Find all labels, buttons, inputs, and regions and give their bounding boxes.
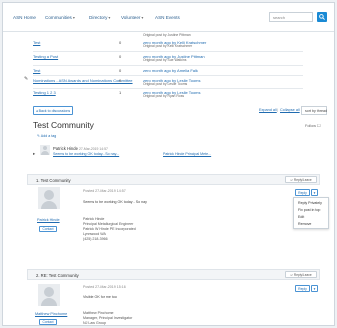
search-button[interactable] [317,12,327,22]
more-options-button[interactable]: ▾ [311,285,318,292]
contact-button[interactable]: Contact [39,226,57,232]
pin-icon: ✎ [24,76,29,82]
post-options-menu: Reply Privately Fix post in top Edit Rem… [293,197,329,229]
post-body: Seems to be working OK today - So nay [83,200,147,204]
divider [33,65,303,66]
reply-button[interactable]: Reply [295,285,310,292]
menu-item-remove[interactable]: Remove [298,222,311,226]
avatar [38,284,60,306]
reply-button[interactable]: Reply [295,189,310,196]
chevron-down-icon: ▾ [313,191,316,195]
contact-button[interactable]: Contact [39,319,57,325]
divider [33,88,303,89]
thread-title-link[interactable]: Testing a Post [33,54,58,59]
op-author: Patrick Hinde [53,146,78,151]
post-date: Posted 27-Mar-2019 14:57 [83,189,126,193]
reply-leave-button[interactable]: ↩ Reply/Leave [285,271,317,278]
sort-select[interactable]: sort by thread [301,106,327,115]
thread-title-link[interactable]: Nominations - ASN Awards and Nominations… [33,78,133,83]
post-header: 1. Test Community [27,174,320,185]
post-date: Posted 27-Mar-2019 15:16 [83,285,126,289]
menu-item-edit[interactable]: Edit [298,215,304,219]
nav-communities[interactable]: Communities▾ [45,15,75,20]
avatar [38,187,60,209]
post-body: Visible OK for me too [83,295,117,299]
thread-title-link[interactable]: Test [33,40,40,45]
reply-leave-button[interactable]: ↩ Reply/Leave [285,176,317,183]
nav-asn-home[interactable]: ASN Home [13,15,36,20]
nav-directory[interactable]: Directory▾ [89,15,110,20]
expand-thread-icon[interactable]: ▸ [33,151,35,157]
nav-volunteer[interactable]: Volunteer▾ [121,15,143,20]
chevron-down-icon: ▾ [108,15,111,20]
thread-title-link[interactable]: Test [33,68,40,73]
avatar [40,145,50,155]
chevron-down-icon: ▾ [313,287,316,291]
search-icon [319,14,325,20]
nav-asn-events[interactable]: ASN Events [155,15,180,20]
add-tag-link[interactable]: ✎ Add a tag [37,134,56,138]
collapse-all-link[interactable]: Collapse all [280,108,300,112]
author-link[interactable]: Matthew Pinchome [35,312,67,316]
signature-line: (425) 218-3966 [83,237,108,241]
top-nav: ASN Home Communities▾ Directory▾ Volunte… [3,3,334,32]
chevron-down-icon: ▾ [141,15,144,20]
thread-title-link[interactable]: Testing 1 2 3 [33,90,56,95]
op-snippet-link[interactable]: Seems to be working OK today...So nay... [53,152,119,156]
op-author-link[interactable]: Patrick Hinde Principal Mete... [163,152,211,156]
post-header: 2. RE: Test Community [27,269,320,280]
menu-item-fix-post[interactable]: Fix post in top [298,208,320,212]
expand-all-link[interactable]: Expand all [259,108,277,112]
author-link[interactable]: Patrick Hinde [37,218,60,222]
menu-item-reply-privately[interactable]: Reply Privately [298,201,322,205]
divider [33,51,303,52]
page-title: Test Community [33,120,94,130]
chevron-down-icon: ▾ [72,15,75,20]
divider [33,75,303,76]
more-options-button[interactable]: ▾ [311,189,318,196]
signature-line: NJ Law Group [83,321,106,325]
back-to-discussions-button[interactable]: ◂ Back to discussions [33,106,73,115]
last-post-link[interactable]: zero month ago by Amelia Falk [143,68,198,73]
separator: | [277,108,278,112]
follow-toggle[interactable]: Follow ☐ [305,123,320,128]
search-input[interactable]: search [269,12,313,22]
op-date: 27-Mar-2019 14:57 [79,146,108,151]
app-window: ASN Home Communities▾ Directory▾ Volunte… [2,2,335,326]
